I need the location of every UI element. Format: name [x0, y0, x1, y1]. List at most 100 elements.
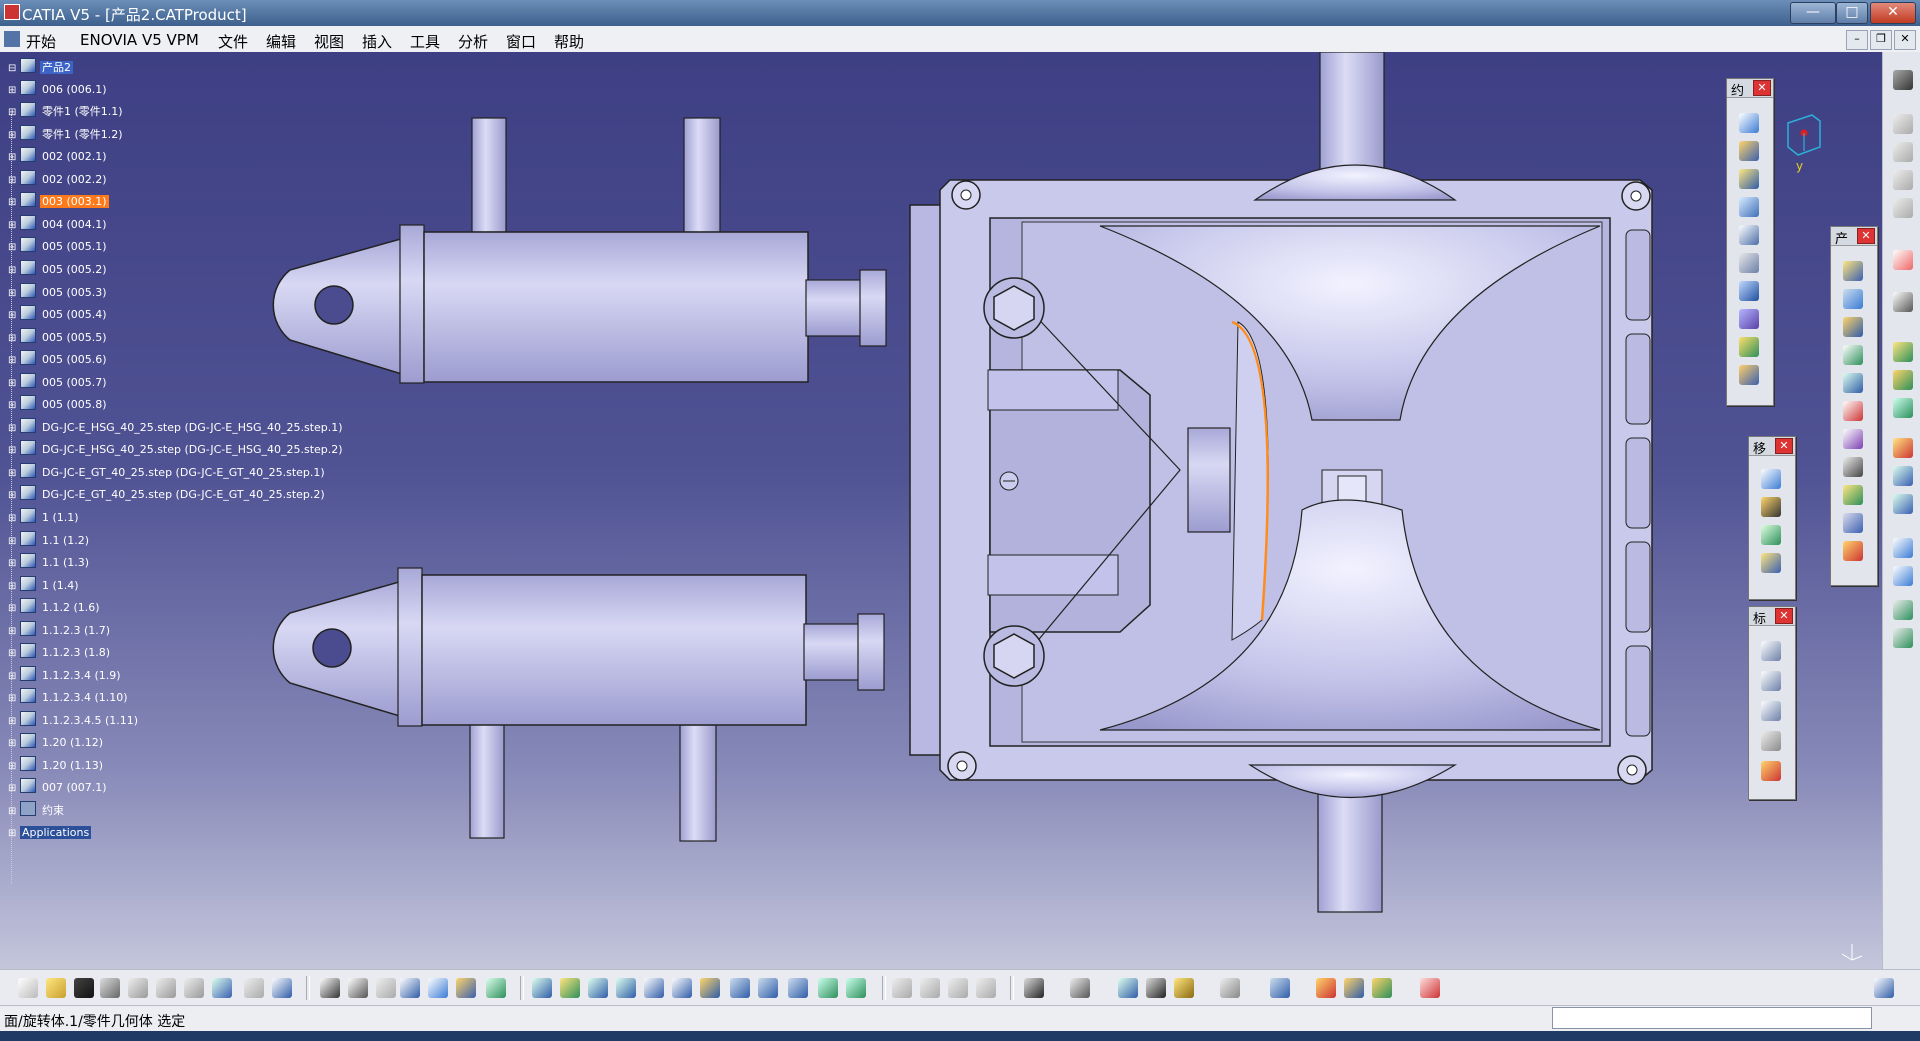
tree-node[interactable]: ⊞ 零件1 (零件1.2)	[8, 125, 125, 143]
tree-node[interactable]: ⊞ 1.1 (1.3)	[8, 553, 91, 571]
change-constraint-icon[interactable]	[1739, 337, 1759, 357]
view-annotation-plane-icon[interactable]	[1761, 731, 1781, 751]
swap-visible-space-icon[interactable]	[846, 978, 866, 998]
reuse-pattern-icon[interactable]	[1739, 365, 1759, 385]
comment-icon[interactable]	[348, 978, 368, 998]
print-icon[interactable]	[100, 978, 120, 998]
toolbar-close-button[interactable]: ✕	[1775, 438, 1793, 454]
hide-show-icon[interactable]	[818, 978, 838, 998]
top-shaft[interactable]	[1319, 52, 1385, 185]
fly-mode-icon[interactable]	[532, 978, 552, 998]
tree-node-constraints[interactable]: ⊞ 约束	[8, 801, 66, 819]
tree-node[interactable]: ⊞ 1.1.2.3 (1.7)	[8, 621, 112, 639]
toolbar-close-button[interactable]: ✕	[1775, 608, 1793, 624]
menu-window[interactable]: 窗口	[506, 31, 536, 52]
tree-node[interactable]: ⊞ 007 (007.1)	[8, 778, 109, 796]
tool-icon[interactable]	[456, 978, 476, 998]
new-product-icon[interactable]	[1843, 289, 1863, 309]
menu-enovia[interactable]: ENOVIA V5 VPM	[80, 31, 199, 49]
table-icon[interactable]	[400, 978, 420, 998]
update-icon[interactable]	[1220, 978, 1240, 998]
tree-node[interactable]: ⊞ 零件1 (零件1.1)	[8, 102, 125, 120]
tree-node-root[interactable]: ⊟ 产品2	[8, 58, 73, 76]
quick-constraint-icon[interactable]	[1739, 281, 1759, 301]
command-input[interactable]	[1552, 1007, 1872, 1029]
tree-node[interactable]: ⊞ 005 (005.2)	[8, 260, 109, 278]
new-part-icon[interactable]	[1843, 317, 1863, 337]
explode-icon[interactable]	[1761, 525, 1781, 545]
text-with-leader-icon[interactable]	[1761, 671, 1781, 691]
menu-help[interactable]: 帮助	[554, 31, 584, 52]
tree-node[interactable]: ⊞ 1.20 (1.12)	[8, 733, 105, 751]
formula-icon[interactable]	[320, 978, 340, 998]
tool-icon[interactable]	[1893, 342, 1913, 362]
tree-node[interactable]: ⊞ 002 (002.2)	[8, 170, 109, 188]
menu-file[interactable]: 文件	[218, 31, 248, 52]
contact-constraint-icon[interactable]	[1739, 141, 1759, 161]
tool-icon[interactable]	[1893, 292, 1913, 312]
select-arrow-icon[interactable]	[1893, 250, 1913, 270]
menu-start[interactable]: 开始	[26, 31, 56, 52]
angle-constraint-icon[interactable]	[1739, 197, 1759, 217]
weld-feature-icon[interactable]	[1761, 641, 1781, 661]
replace-component-icon[interactable]	[1843, 401, 1863, 421]
tree-node[interactable]: ⊞ DG-JC-E_HSG_40_25.step (DG-JC-E_HSG_40_…	[8, 440, 345, 458]
menu-view[interactable]: 视图	[314, 31, 344, 52]
tree-node[interactable]: ⊞ DG-JC-E_HSG_40_25.step (DG-JC-E_HSG_40_…	[8, 418, 345, 436]
scene-icon[interactable]	[1270, 978, 1290, 998]
tool-icon[interactable]	[1893, 600, 1913, 620]
tree-node[interactable]: ⊞ 1.1.2.3 (1.8)	[8, 643, 112, 661]
tool-icon[interactable]	[1070, 978, 1090, 998]
tool-icon[interactable]	[1893, 170, 1913, 190]
mdi-minimize-button[interactable]: –	[1846, 30, 1868, 50]
multi-view-icon[interactable]	[730, 978, 750, 998]
paste-icon[interactable]	[184, 978, 204, 998]
tool-icon[interactable]	[1893, 114, 1913, 134]
snap-icon[interactable]	[1761, 497, 1781, 517]
tool-icon[interactable]	[1344, 978, 1364, 998]
tool-icon[interactable]	[1893, 438, 1913, 458]
selective-load-icon[interactable]	[1843, 485, 1863, 505]
tree-node[interactable]: ⊞ 004 (004.1)	[8, 215, 109, 233]
mdi-restore-button[interactable]: ❐	[1870, 30, 1892, 50]
compass-widget[interactable]	[1784, 113, 1824, 159]
save-icon[interactable]	[74, 978, 94, 998]
flexible-subassembly-icon[interactable]	[1739, 309, 1759, 329]
rotate-icon[interactable]	[616, 978, 636, 998]
tree-node[interactable]: ⊞ 005 (005.3)	[8, 283, 109, 301]
menu-edit[interactable]: 编辑	[266, 31, 296, 52]
manage-representations-icon[interactable]	[1843, 513, 1863, 533]
tree-node[interactable]: ⊞ 005 (005.5)	[8, 328, 109, 346]
tool-icon[interactable]	[1893, 494, 1913, 514]
tree-node[interactable]: ⊞ 005 (005.1)	[8, 237, 109, 255]
tool-icon[interactable]	[1893, 370, 1913, 390]
tool-icon[interactable]	[1893, 538, 1913, 558]
tool-icon[interactable]	[428, 978, 448, 998]
tool-icon[interactable]	[1372, 978, 1392, 998]
document-icon[interactable]	[4, 31, 20, 47]
menu-insert[interactable]: 插入	[362, 31, 392, 52]
normal-view-icon[interactable]	[700, 978, 720, 998]
workbench-icon[interactable]	[1893, 70, 1913, 90]
whats-this-icon[interactable]	[272, 978, 292, 998]
copy-icon[interactable]	[156, 978, 176, 998]
measure-inertia-icon[interactable]	[1174, 978, 1194, 998]
generate-numbering-icon[interactable]	[1843, 457, 1863, 477]
tool-icon[interactable]	[920, 978, 940, 998]
tree-node[interactable]: ⊞ 1.1.2.3.4 (1.10)	[8, 688, 130, 706]
new-component-icon[interactable]	[1843, 261, 1863, 281]
tool-icon[interactable]	[486, 978, 506, 998]
tool-icon[interactable]	[1893, 198, 1913, 218]
annotation-set-icon[interactable]	[1761, 761, 1781, 781]
menu-analyze[interactable]: 分析	[458, 31, 488, 52]
flag-note-icon[interactable]	[1761, 701, 1781, 721]
maximize-button[interactable]: □	[1836, 2, 1868, 24]
capture-icon[interactable]	[1024, 978, 1044, 998]
tree-node[interactable]: ⊞ 1.20 (1.13)	[8, 756, 105, 774]
tool-icon[interactable]	[948, 978, 968, 998]
fix-component-icon[interactable]	[1739, 225, 1759, 245]
tool-icon[interactable]	[976, 978, 996, 998]
tree-node[interactable]: ⊞ 1.1.2.3.4.5 (1.11)	[8, 711, 140, 729]
upper-cylinder[interactable]	[272, 117, 887, 384]
existing-component-icon[interactable]	[1843, 345, 1863, 365]
